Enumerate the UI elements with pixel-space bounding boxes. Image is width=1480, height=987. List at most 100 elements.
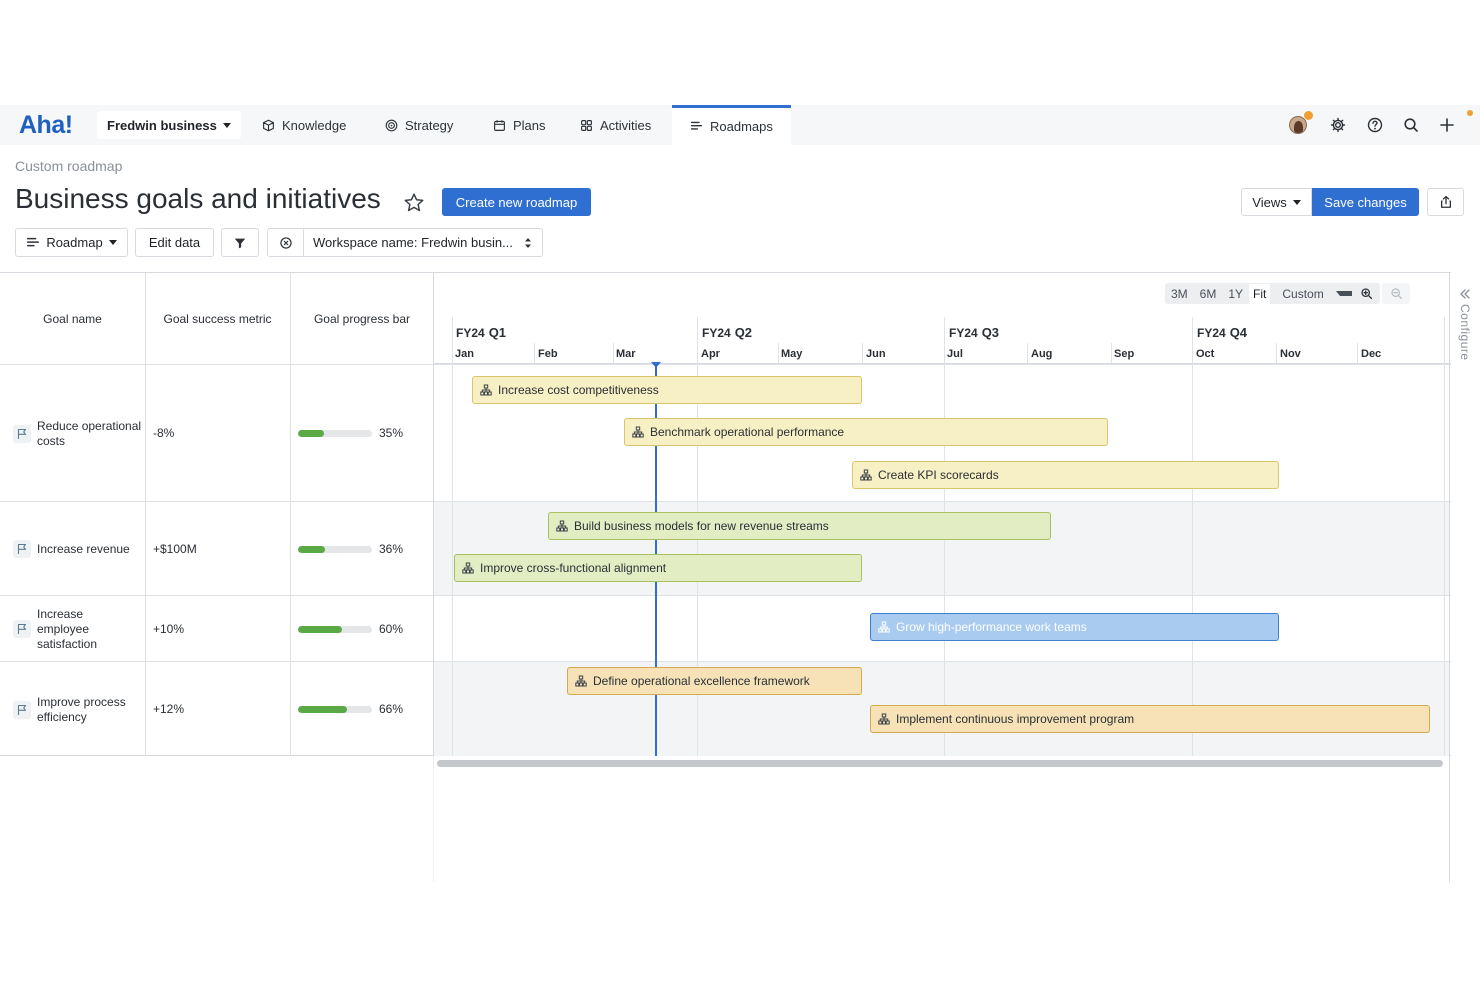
initiative-bar[interactable]: Grow high-performance work teams bbox=[870, 613, 1279, 641]
initiative-label: Create KPI scorecards bbox=[878, 468, 999, 482]
search-icon bbox=[1404, 118, 1418, 132]
breadcrumb[interactable]: Custom roadmap bbox=[15, 158, 122, 174]
nav-activities[interactable]: Activities bbox=[562, 105, 669, 145]
fiscal-year: FY24 bbox=[1197, 326, 1226, 340]
quarter: Q2 bbox=[734, 325, 753, 340]
hierarchy-icon bbox=[556, 520, 568, 532]
fiscal-year: FY24 bbox=[949, 326, 978, 340]
goal-cell[interactable]: Increase revenue bbox=[0, 502, 145, 596]
goal-cell[interactable]: Increase employee satisfaction bbox=[0, 596, 145, 662]
star-icon[interactable] bbox=[402, 191, 426, 215]
help-button[interactable] bbox=[1365, 115, 1385, 135]
hierarchy-icon bbox=[575, 675, 587, 687]
quarter: Q4 bbox=[1229, 325, 1248, 340]
progress-label: 36% bbox=[379, 542, 404, 556]
hierarchy-icon bbox=[860, 469, 872, 481]
nav-strategy[interactable]: Strategy bbox=[367, 105, 471, 145]
goal-cell[interactable]: Improve process efficiency bbox=[0, 662, 145, 757]
configure-panel-toggle[interactable]: Configure bbox=[1452, 288, 1478, 388]
zoom-in-button[interactable] bbox=[1352, 283, 1380, 304]
initiative-bar[interactable]: Benchmark operational performance bbox=[624, 418, 1108, 446]
zoom-custom[interactable]: Custom bbox=[1270, 287, 1361, 301]
today-marker bbox=[651, 362, 661, 368]
month-label: Jul bbox=[947, 348, 963, 360]
month-tick bbox=[778, 343, 779, 363]
save-changes-button[interactable]: Save changes bbox=[1312, 188, 1419, 216]
zoom-3m[interactable]: 3M bbox=[1165, 287, 1194, 301]
month-label: Dec bbox=[1361, 348, 1382, 360]
initiative-bar[interactable]: Implement continuous improvement program bbox=[870, 705, 1430, 733]
zoom-out-button[interactable] bbox=[1382, 283, 1410, 304]
zoom-fit[interactable]: Fit bbox=[1249, 283, 1271, 304]
initiative-label: Improve cross-functional alignment bbox=[480, 561, 667, 575]
goal-name: Increase employee satisfaction bbox=[37, 606, 98, 651]
goal-progress: 60% bbox=[298, 622, 403, 636]
roadmap-type-label: Roadmap bbox=[46, 235, 103, 250]
zoom-1y[interactable]: 1Y bbox=[1222, 287, 1249, 301]
initiative-bar[interactable]: Define operational excellence framework bbox=[567, 667, 862, 695]
add-button[interactable] bbox=[1437, 115, 1457, 135]
goal-metric: -8% bbox=[153, 426, 175, 440]
search-button[interactable] bbox=[1401, 115, 1421, 135]
close-circle-icon bbox=[279, 236, 292, 249]
aha-logo[interactable]: Aha! bbox=[19, 111, 73, 140]
views-button[interactable]: Views bbox=[1241, 188, 1312, 216]
initiative-bar[interactable]: Build business models for new revenue st… bbox=[548, 512, 1051, 540]
progress-fill bbox=[298, 625, 343, 633]
nav-knowledge[interactable]: Knowledge bbox=[244, 105, 364, 145]
page-title: Business goals and initiatives bbox=[15, 183, 381, 214]
hierarchy-icon bbox=[632, 426, 644, 438]
fiscal-year: FY24 bbox=[702, 326, 731, 340]
add-notification-dot bbox=[1467, 110, 1473, 116]
roadmap-type-button[interactable]: Roadmap bbox=[15, 228, 128, 257]
share-button[interactable] bbox=[1427, 188, 1464, 216]
nav-knowledge-label: Knowledge bbox=[282, 117, 347, 133]
clear-filter-button[interactable] bbox=[268, 229, 304, 256]
month-label: Jun bbox=[866, 348, 886, 360]
zoom-in-icon bbox=[1360, 288, 1372, 300]
workspace-filter[interactable]: Workspace name: Fredwin busin... bbox=[267, 228, 543, 257]
zoom-out-icon bbox=[1390, 288, 1402, 300]
progress-fill bbox=[298, 545, 325, 553]
goal-metric: +12% bbox=[153, 702, 185, 716]
header-goal-name[interactable]: Goal name bbox=[0, 273, 145, 364]
create-roadmap-button[interactable]: Create new roadmap bbox=[442, 188, 591, 216]
fiscal-year: FY24 bbox=[456, 326, 485, 340]
horizontal-scrollbar[interactable] bbox=[437, 760, 1443, 767]
goal-name: Reduce operational costs bbox=[37, 418, 142, 448]
initiative-label: Grow high-performance work teams bbox=[896, 620, 1087, 634]
month-tick bbox=[1357, 343, 1358, 363]
nav-roadmaps[interactable]: Roadmaps bbox=[672, 105, 791, 145]
roadmap-grid: Goal name Goal success metric Goal progr… bbox=[0, 272, 1451, 756]
filter-button[interactable] bbox=[221, 228, 259, 257]
grid-icon bbox=[581, 119, 592, 131]
header-goal-metric[interactable]: Goal success metric bbox=[145, 273, 290, 364]
zoom-6m[interactable]: 6M bbox=[1194, 287, 1223, 301]
hierarchy-icon bbox=[878, 621, 890, 633]
quarter-label: FY24 Q4 bbox=[1197, 325, 1247, 340]
chevron-down-icon bbox=[1292, 199, 1301, 205]
quarter-line bbox=[1192, 317, 1193, 756]
nav-plans[interactable]: Plans bbox=[475, 105, 564, 145]
zoom-presets[interactable]: 3M 6M 1Y Fit Custom bbox=[1165, 283, 1362, 304]
progress-label: 35% bbox=[379, 426, 404, 440]
initiative-bar[interactable]: Improve cross-functional alignment bbox=[454, 554, 862, 582]
month-label: Aug bbox=[1031, 348, 1053, 360]
workspace-selector[interactable]: Fredwin business bbox=[97, 111, 241, 139]
workspace-filter-value: Workspace name: Fredwin busin... bbox=[313, 235, 513, 250]
goal-cell[interactable]: Reduce operational costs bbox=[0, 365, 145, 502]
header-goal-progress[interactable]: Goal progress bar bbox=[290, 273, 434, 364]
flag-icon bbox=[13, 424, 31, 443]
month-label: Feb bbox=[538, 348, 558, 360]
edit-data-button[interactable]: Edit data bbox=[135, 228, 214, 257]
quarter-label: FY24 Q3 bbox=[949, 325, 999, 340]
goal-progress: 35% bbox=[298, 426, 403, 440]
progress-fill bbox=[298, 705, 347, 713]
settings-button[interactable] bbox=[1328, 115, 1348, 135]
initiative-bar[interactable]: Increase cost competitiveness bbox=[472, 376, 862, 404]
user-avatar[interactable] bbox=[1289, 116, 1307, 134]
quarter-label: FY24 Q2 bbox=[702, 325, 752, 340]
initiative-bar[interactable]: Create KPI scorecards bbox=[852, 461, 1279, 489]
cube-icon bbox=[263, 119, 274, 131]
month-label: Sep bbox=[1114, 348, 1135, 360]
